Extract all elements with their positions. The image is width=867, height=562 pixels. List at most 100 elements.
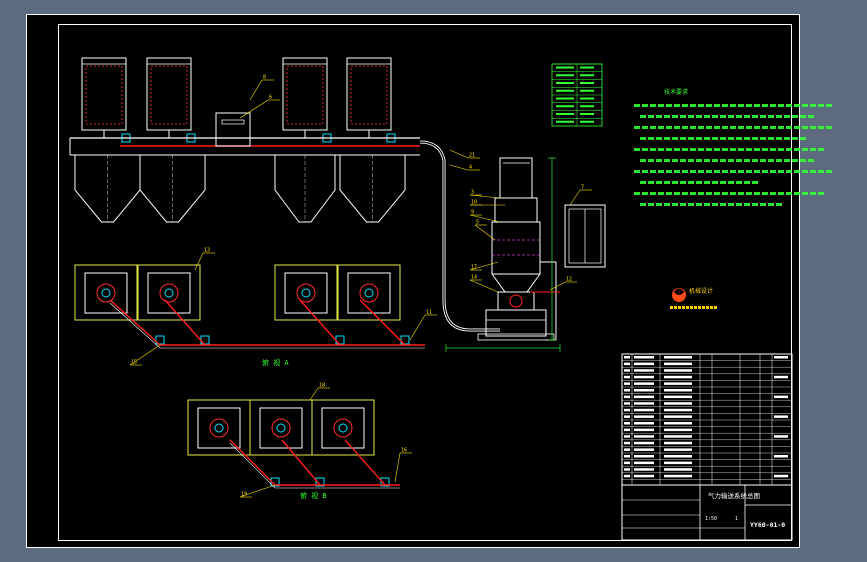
note-glyph (744, 115, 750, 118)
note-glyph (648, 181, 654, 184)
note-glyph (698, 170, 704, 173)
note-glyph (722, 104, 728, 107)
parts-row-mark (664, 461, 692, 465)
note-glyph (802, 170, 808, 173)
note-glyph (648, 137, 654, 140)
note-glyph (648, 159, 654, 162)
parts-row-mark (774, 435, 788, 438)
part-callout: 9 (471, 210, 474, 216)
parts-row-mark (664, 356, 692, 359)
note-glyph (760, 203, 766, 206)
note-glyph (688, 137, 694, 140)
note-glyph (640, 159, 646, 162)
note-glyph (738, 192, 744, 195)
note-glyph (664, 159, 670, 162)
note-glyph (744, 203, 750, 206)
note-glyph (754, 104, 760, 107)
note-glyph (800, 137, 806, 140)
part-callout: 17 (471, 265, 477, 271)
note-glyph (808, 115, 814, 118)
note-glyph (648, 203, 654, 206)
note-glyph (776, 115, 782, 118)
parts-row-mark (664, 395, 692, 399)
note-glyph (634, 148, 640, 151)
note-glyph (778, 192, 784, 195)
param-value-mark (580, 66, 594, 69)
parts-row-mark (624, 428, 630, 432)
note-glyph (720, 159, 726, 162)
note-glyph (722, 148, 728, 151)
note-glyph (784, 115, 790, 118)
param-value-mark (580, 113, 594, 115)
note-glyph (768, 115, 774, 118)
param-text-mark (556, 120, 574, 123)
logo-glyph (682, 306, 685, 309)
param-text-mark (556, 105, 574, 108)
drawing-title: 气力输送系统总图 (708, 491, 760, 500)
note-glyph (688, 181, 694, 184)
parts-row-mark (624, 468, 630, 471)
drawing-sheet-number: 1 (735, 516, 738, 522)
note-glyph (754, 126, 760, 129)
note-glyph (656, 159, 662, 162)
part-callout: 21 (469, 153, 475, 159)
parts-row-mark (634, 455, 654, 458)
note-glyph (666, 148, 672, 151)
note-glyph (744, 137, 750, 140)
note-glyph (746, 192, 752, 195)
parts-row-mark (774, 455, 788, 458)
note-glyph (640, 115, 646, 118)
parts-row-mark (774, 415, 788, 418)
notes-title: 技术要求 (664, 88, 688, 96)
note-glyph (786, 192, 792, 195)
part-callout: 3 (471, 190, 474, 196)
note-glyph (658, 192, 664, 195)
parts-row-mark (664, 435, 692, 438)
parts-row-mark (664, 362, 692, 366)
note-glyph (640, 137, 646, 140)
cad-drawing-canvas[interactable]: 俯 视 A 俯 视 B 8 6 21 4 3 10 9 7 5 17 14 12 11 15 13 18 19 1… (0, 0, 867, 562)
note-glyph (800, 115, 806, 118)
note-glyph (810, 126, 816, 129)
note-glyph (746, 148, 752, 151)
note-glyph (680, 137, 686, 140)
note-glyph (642, 148, 648, 151)
param-value-mark (580, 82, 594, 84)
note-glyph (736, 203, 742, 206)
note-glyph (690, 126, 696, 129)
parts-row-mark (634, 474, 654, 478)
note-glyph (642, 126, 648, 129)
parts-row-mark (634, 408, 654, 412)
note-glyph (778, 104, 784, 107)
note-glyph (672, 137, 678, 140)
note-glyph (680, 181, 686, 184)
note-glyph (794, 126, 800, 129)
note-glyph (802, 148, 808, 151)
parts-row-mark (664, 369, 692, 372)
parts-row-mark (774, 474, 788, 478)
note-glyph (656, 137, 662, 140)
note-glyph (656, 203, 662, 206)
parts-row-mark (634, 435, 654, 438)
logo-glyph (674, 306, 677, 309)
note-glyph (826, 170, 832, 173)
note-glyph (762, 192, 768, 195)
note-glyph (752, 181, 758, 184)
param-value-mark (580, 105, 594, 108)
note-glyph (818, 126, 824, 129)
note-glyph (682, 104, 688, 107)
note-glyph (794, 192, 800, 195)
note-glyph (690, 170, 696, 173)
note-glyph (800, 159, 806, 162)
parts-row-mark (624, 382, 630, 385)
note-glyph (762, 148, 768, 151)
note-glyph (744, 159, 750, 162)
note-glyph (722, 192, 728, 195)
parts-row-mark (634, 375, 654, 379)
note-glyph (666, 126, 672, 129)
note-glyph (728, 115, 734, 118)
note-glyph (736, 115, 742, 118)
note-glyph (714, 148, 720, 151)
note-glyph (680, 159, 686, 162)
parts-row-mark (624, 395, 630, 399)
